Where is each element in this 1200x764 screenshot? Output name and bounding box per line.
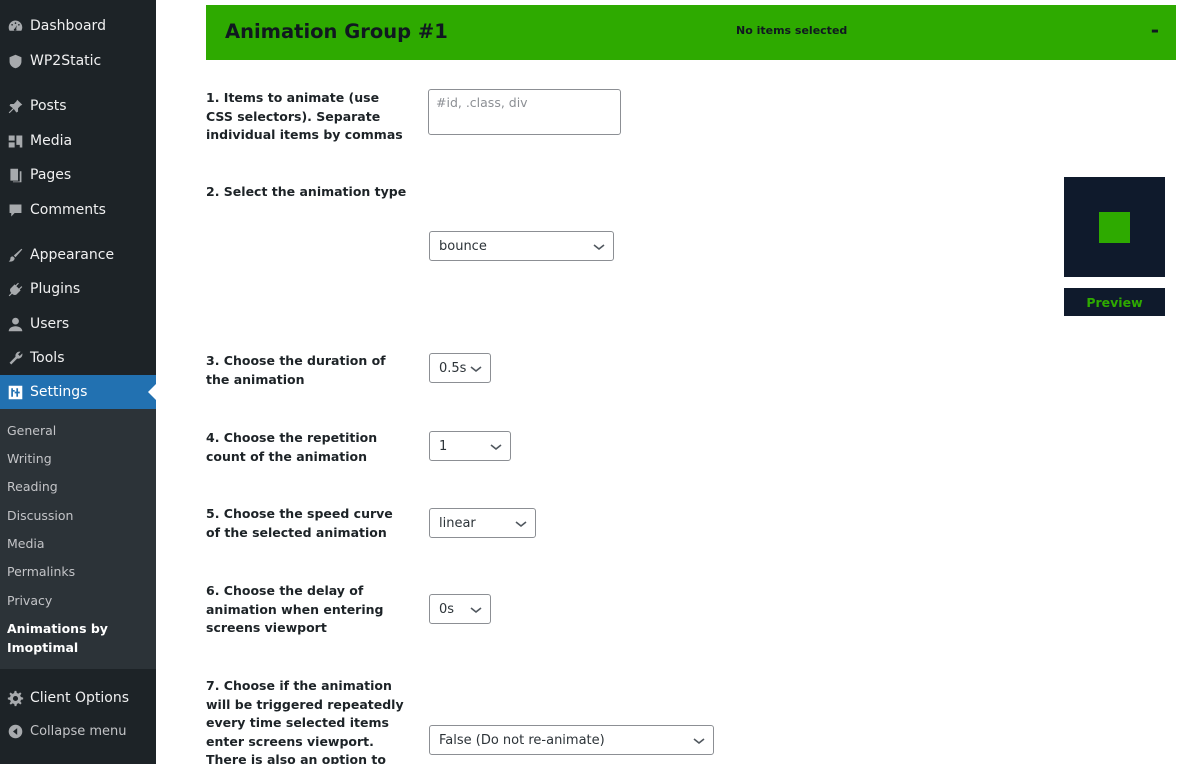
css-selectors-input[interactable] — [428, 89, 621, 135]
q2-label: 2. Select the animation type — [206, 184, 407, 199]
select-value: False (Do not re-animate) — [439, 732, 605, 748]
comment-icon — [0, 202, 30, 219]
delay-select[interactable]: 0s — [429, 594, 491, 624]
settings-submenu: General Writing Reading Discussion Media… — [0, 409, 156, 669]
brush-icon — [0, 247, 30, 264]
chevron-down-icon — [470, 604, 482, 614]
sidebar-item-label: Comments — [30, 202, 106, 218]
preview-square — [1099, 212, 1130, 243]
sidebar-item-comments[interactable]: Comments — [0, 193, 156, 227]
pin-icon — [0, 98, 30, 115]
sidebar-item-settings[interactable]: Settings — [0, 375, 156, 409]
admin-sidebar: Dashboard WP2Static Posts Media Pages Co… — [0, 0, 156, 764]
sidebar-item-label: Media — [30, 133, 73, 149]
settings-icon — [0, 384, 30, 401]
animation-group-header[interactable]: Animation Group #1 No items selected - — [206, 5, 1176, 60]
sidebar-item-label: Dashboard — [30, 18, 106, 34]
sidebar-item-pages[interactable]: Pages — [0, 158, 156, 192]
repetition-count-select[interactable]: 1 — [429, 431, 511, 461]
sidebar-item-label: Appearance — [30, 247, 115, 263]
sidebar-item-posts[interactable]: Posts — [0, 89, 156, 123]
select-value: 1 — [439, 438, 448, 454]
submenu-item-media[interactable]: Media — [7, 536, 45, 551]
sidebar-item-tools[interactable]: Tools — [0, 341, 156, 375]
collapse-menu-button[interactable]: Collapse menu — [0, 714, 156, 748]
chevron-down-icon — [515, 518, 527, 528]
sidebar-item-label: Client Options — [30, 690, 129, 706]
gear-icon — [0, 690, 30, 707]
collapse-group-toggle[interactable]: - — [1151, 18, 1159, 42]
sidebar-item-label: WP2Static — [30, 53, 102, 69]
chevron-down-icon — [490, 441, 502, 451]
sidebar-item-label: Pages — [30, 167, 72, 183]
chevron-down-icon — [693, 735, 705, 745]
q5-label: 5. Choose the speed curve of the selecte… — [206, 506, 393, 540]
sidebar-item-label: Plugins — [30, 281, 81, 297]
active-indicator — [148, 384, 156, 400]
sidebar-item-client-options[interactable]: Client Options — [0, 681, 156, 715]
sidebar-item-media[interactable]: Media — [0, 124, 156, 158]
submenu-item-discussion[interactable]: Discussion — [7, 508, 73, 523]
speed-curve-select[interactable]: linear — [429, 508, 536, 538]
media-icon — [0, 133, 30, 150]
sidebar-item-appearance[interactable]: Appearance — [0, 238, 156, 272]
sidebar-item-dashboard[interactable]: Dashboard — [0, 9, 156, 43]
group-status: No items selected — [736, 24, 848, 37]
submenu-item-general[interactable]: General — [7, 423, 56, 438]
user-icon — [0, 316, 30, 333]
select-value: 0s — [439, 601, 455, 617]
animation-type-select[interactable]: bounce — [429, 231, 614, 261]
q3-label: 3. Choose the duration of the animation — [206, 353, 386, 387]
chevron-down-icon — [470, 363, 482, 373]
submenu-item-writing[interactable]: Writing — [7, 451, 52, 466]
q7-label: 7. Choose if the animation will be trigg… — [206, 678, 404, 764]
sidebar-item-label: Posts — [30, 98, 67, 114]
select-value: 0.5s — [439, 360, 467, 376]
sidebar-item-wp2static[interactable]: WP2Static — [0, 44, 156, 78]
preview-button[interactable]: Preview — [1064, 288, 1165, 316]
submenu-item-animations[interactable]: Animations by Imoptimal — [7, 619, 127, 657]
group-title: Animation Group #1 — [225, 20, 448, 43]
re-animate-select[interactable]: False (Do not re-animate) — [429, 725, 714, 755]
select-value: linear — [439, 515, 476, 531]
dashboard-icon — [0, 18, 30, 35]
q4-label: 4. Choose the repetition count of the an… — [206, 430, 378, 464]
plugin-icon — [0, 281, 30, 298]
submenu-item-privacy[interactable]: Privacy — [7, 593, 52, 608]
sidebar-item-plugins[interactable]: Plugins — [0, 272, 156, 306]
q6-label: 6. Choose the delay of animation when en… — [206, 583, 384, 635]
sidebar-item-label: Settings — [30, 384, 88, 400]
animation-preview-box — [1064, 177, 1165, 277]
pages-icon — [0, 167, 30, 184]
wrench-icon — [0, 350, 30, 367]
submenu-item-reading[interactable]: Reading — [7, 479, 58, 494]
shield-icon — [0, 53, 30, 70]
select-value: bounce — [439, 238, 487, 254]
sidebar-item-label: Users — [30, 316, 70, 332]
sidebar-item-users[interactable]: Users — [0, 307, 156, 341]
submenu-item-permalinks[interactable]: Permalinks — [7, 564, 75, 579]
sidebar-item-label: Tools — [30, 350, 65, 366]
sidebar-item-label: Collapse menu — [30, 723, 127, 739]
duration-select[interactable]: 0.5s — [429, 353, 491, 383]
q1-label: 1. Items to animate (use CSS selectors).… — [206, 90, 403, 142]
collapse-icon — [0, 723, 30, 740]
chevron-down-icon — [593, 241, 605, 251]
